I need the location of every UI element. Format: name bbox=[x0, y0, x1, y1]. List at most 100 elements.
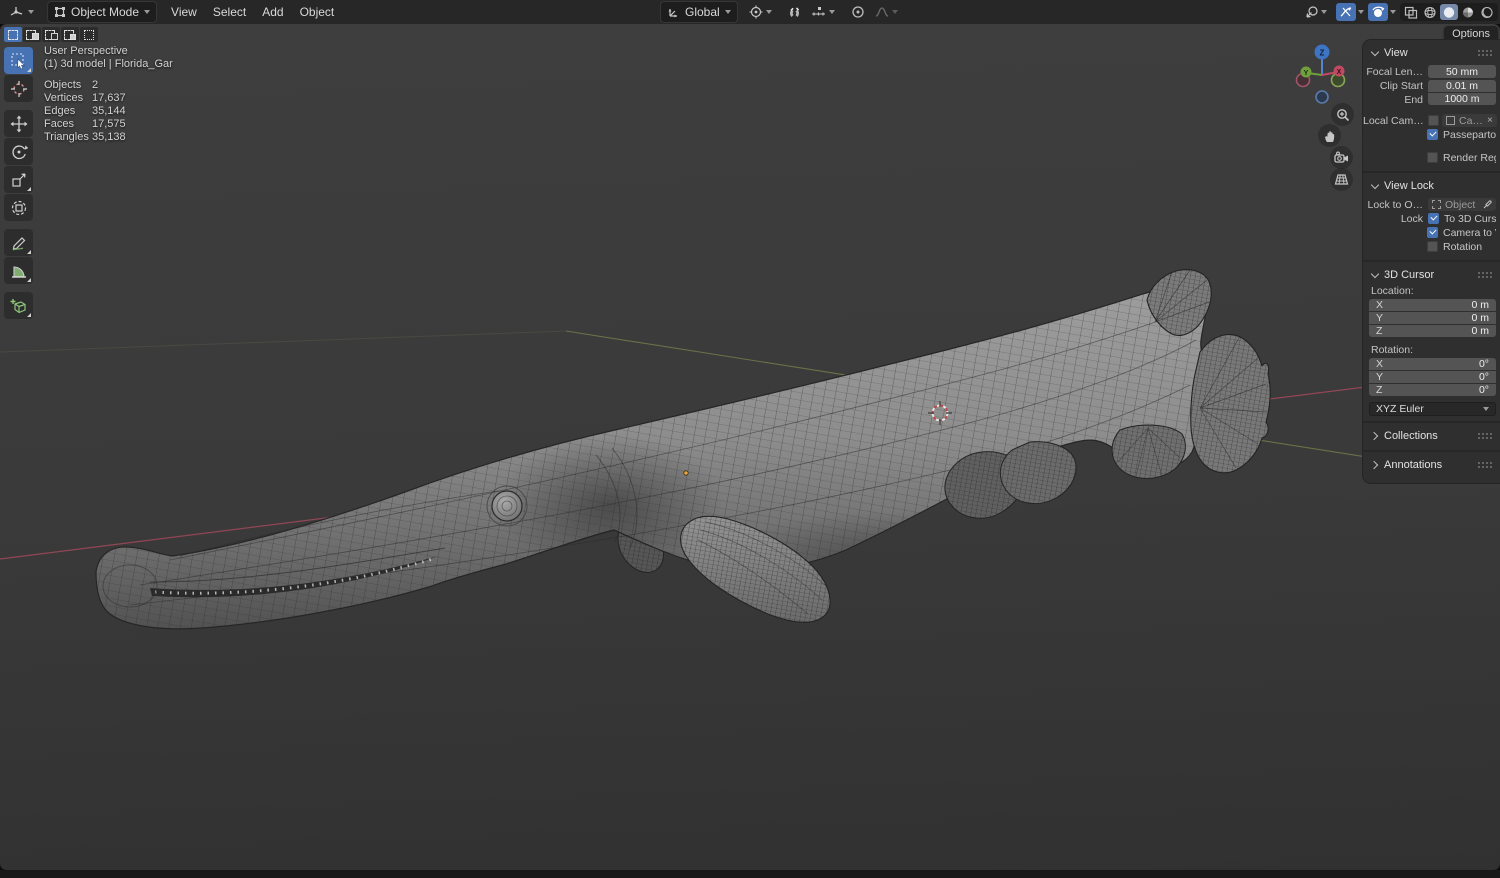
select-set-icon bbox=[8, 29, 18, 40]
passepartout-checkbox[interactable] bbox=[1427, 129, 1438, 140]
gar-model[interactable] bbox=[95, 269, 1271, 630]
show-overlays-toggle[interactable] bbox=[1336, 3, 1356, 21]
panel-view-header[interactable]: View bbox=[1363, 44, 1500, 61]
3d-viewport[interactable]: Y X Z User Perspective (1) 3d model | Fl… bbox=[0, 24, 1500, 870]
transform-orientation-dropdown[interactable]: Global bbox=[660, 1, 738, 23]
lock-rotation-checkbox[interactable] bbox=[1427, 241, 1438, 252]
pivot-point-dropdown[interactable] bbox=[744, 3, 777, 21]
cursor-location-x-field[interactable]: X0 m bbox=[1369, 299, 1496, 311]
cursor-tool-icon bbox=[10, 80, 27, 97]
chevron-down-icon bbox=[1371, 182, 1378, 189]
cursor-rotation-y-field[interactable]: Y 0° bbox=[1369, 371, 1496, 383]
toggle-perspective-button[interactable] bbox=[1330, 168, 1353, 191]
editor-type-button[interactable] bbox=[4, 3, 39, 21]
select-box-icon bbox=[10, 52, 25, 69]
lock-3d-cursor-checkbox[interactable] bbox=[1428, 213, 1439, 224]
local-camera-checkbox[interactable] bbox=[1428, 115, 1439, 126]
proportional-editing-button[interactable] bbox=[846, 3, 870, 21]
panel-grip[interactable] bbox=[1477, 271, 1492, 278]
shading-solid-button[interactable] bbox=[1440, 4, 1458, 20]
select-mode-intersect[interactable] bbox=[80, 27, 98, 42]
camera-view-button[interactable] bbox=[1330, 146, 1353, 169]
menu-select[interactable]: Select bbox=[205, 2, 254, 22]
magnifier-icon bbox=[1336, 108, 1349, 121]
panel-collections-header[interactable]: Collections bbox=[1363, 427, 1500, 444]
cursor-rotation-z-field[interactable]: Z 0° bbox=[1369, 384, 1496, 396]
scene-name: (1) 3d model | Florida_Gar bbox=[44, 58, 173, 70]
shading-material-button[interactable] bbox=[1459, 4, 1477, 20]
camera-to-view-checkbox[interactable] bbox=[1427, 227, 1438, 238]
mode-dropdown-label: Object Mode bbox=[71, 5, 140, 19]
viewport-header: Object Mode View Select Add Object Globa… bbox=[0, 0, 1500, 24]
shading-rendered-button[interactable] bbox=[1478, 4, 1496, 20]
falloff-curve-icon bbox=[875, 7, 888, 17]
rotation-mode-dropdown[interactable]: XYZ Euler bbox=[1369, 401, 1496, 416]
svg-text:X: X bbox=[1337, 69, 1342, 76]
axis-neg-z-ball[interactable] bbox=[1315, 90, 1329, 104]
statistics-overlay: Objects 2 Vertices 17,637 Edges 35,144 Face… bbox=[44, 79, 173, 144]
snap-target-dropdown[interactable] bbox=[806, 4, 840, 20]
editor-3d-viewport-icon bbox=[10, 7, 23, 16]
cursor-location-y-field[interactable]: Y0 m bbox=[1369, 312, 1496, 324]
chevron-down-icon bbox=[1483, 406, 1489, 411]
panel-annotations-header[interactable]: Annotations bbox=[1363, 456, 1500, 473]
tool-move[interactable] bbox=[4, 110, 33, 137]
chevron-down-icon bbox=[28, 10, 34, 14]
tool-measure[interactable] bbox=[4, 257, 33, 284]
select-mode-buttons bbox=[4, 27, 98, 42]
tool-annotate[interactable] bbox=[4, 229, 33, 256]
tool-shelf bbox=[4, 47, 33, 319]
menu-add[interactable]: Add bbox=[254, 2, 291, 22]
snap-toggle-button[interactable] bbox=[783, 4, 806, 21]
tool-rotate[interactable] bbox=[4, 138, 33, 165]
pan-button[interactable] bbox=[1318, 124, 1341, 147]
tool-cursor[interactable] bbox=[4, 75, 33, 102]
tool-scale[interactable] bbox=[4, 166, 33, 193]
panel-grip[interactable] bbox=[1477, 461, 1492, 468]
viewport-overlay-text: User Perspective (1) 3d model | Florida_… bbox=[44, 45, 173, 144]
mode-dropdown[interactable]: Object Mode bbox=[47, 1, 158, 23]
chevron-down-icon bbox=[1390, 10, 1396, 14]
panel-view-lock-header[interactable]: View Lock bbox=[1363, 177, 1500, 194]
lock-rotation-label: Rotation bbox=[1443, 240, 1483, 253]
proportional-falloff-dropdown[interactable] bbox=[870, 4, 903, 20]
toggle-xray-button[interactable] bbox=[1402, 4, 1420, 20]
panel-grip[interactable] bbox=[1477, 432, 1492, 439]
tool-add-cube[interactable] bbox=[4, 292, 33, 319]
clip-start-field[interactable]: 0.01 m bbox=[1428, 80, 1496, 92]
panel-grip[interactable] bbox=[1477, 49, 1492, 56]
menu-object[interactable]: Object bbox=[292, 2, 343, 22]
select-mode-set[interactable] bbox=[4, 27, 22, 42]
panel-3d-cursor-header[interactable]: 3D Cursor bbox=[1363, 266, 1500, 283]
cursor-location-z-field[interactable]: Z0 m bbox=[1369, 325, 1496, 337]
scene-canvas[interactable]: Y X Z bbox=[0, 24, 1500, 870]
lock-to-object-field[interactable]: Object bbox=[1428, 198, 1496, 211]
tool-transform[interactable] bbox=[4, 194, 33, 221]
panel-annotations-title: Annotations bbox=[1384, 458, 1443, 471]
gizmo-icon bbox=[1306, 6, 1318, 18]
show-gizmo-dropdown[interactable] bbox=[1299, 3, 1332, 21]
clip-end-field[interactable]: 1000 m bbox=[1428, 93, 1496, 105]
select-mode-invert[interactable] bbox=[61, 27, 79, 42]
tool-select-box[interactable] bbox=[4, 47, 33, 74]
render-region-checkbox[interactable] bbox=[1427, 152, 1438, 163]
cursor-location-label: Location: bbox=[1371, 285, 1414, 297]
axis-gizmo[interactable]: Y X Z bbox=[1295, 44, 1346, 104]
clear-icon[interactable]: × bbox=[1487, 115, 1493, 126]
select-mode-extend[interactable] bbox=[23, 27, 41, 42]
zoom-button[interactable] bbox=[1331, 103, 1354, 126]
chevron-down-icon bbox=[1321, 10, 1327, 14]
solid-sphere-icon bbox=[1443, 6, 1455, 18]
select-mode-subtract[interactable] bbox=[42, 27, 60, 42]
cursor-rotation-label: Rotation: bbox=[1371, 344, 1414, 356]
cursor-rotation-x-field[interactable]: X 0° bbox=[1369, 358, 1496, 370]
eyedropper-icon[interactable] bbox=[1483, 200, 1492, 209]
menu-view[interactable]: View bbox=[163, 2, 205, 22]
xray-gizmo-toggle[interactable] bbox=[1368, 3, 1388, 21]
shading-wireframe-button[interactable] bbox=[1421, 4, 1439, 20]
focal-length-field[interactable]: 50 mm bbox=[1428, 65, 1496, 78]
material-sphere-icon bbox=[1463, 7, 1473, 17]
local-camera-field[interactable]: Ca… × bbox=[1442, 114, 1497, 127]
camera-icon bbox=[1334, 151, 1348, 163]
lock-3d-cursor-label: To 3D Cursor bbox=[1444, 212, 1496, 225]
